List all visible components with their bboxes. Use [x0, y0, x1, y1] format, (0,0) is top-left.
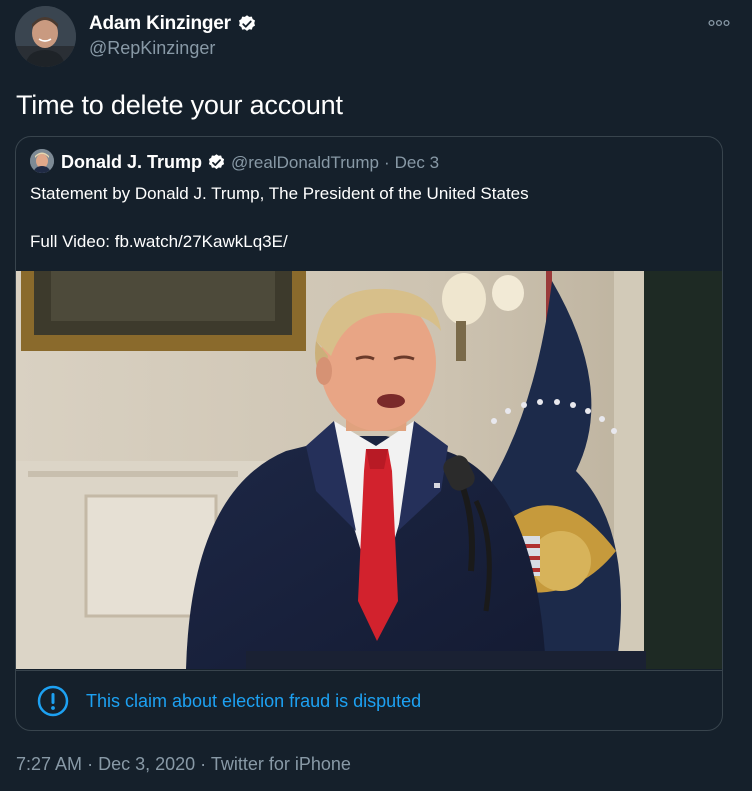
quoted-tweet-header: Donald J. Trump @realDonaldTrump · Dec 3	[61, 152, 439, 173]
tweet-detail: Adam Kinzinger @RepKinzinger Time to del…	[0, 0, 752, 791]
author-handle[interactable]: @RepKinzinger	[89, 38, 215, 59]
more-horizontal-icon	[708, 19, 730, 27]
disputed-claim-text[interactable]: This claim about election fraud is dispu…	[86, 691, 421, 712]
author-avatar-image	[15, 6, 76, 67]
quoted-tweet-text-line-1: Statement by Donald J. Trump, The Presid…	[30, 184, 529, 203]
exclamation-circle-icon	[37, 685, 69, 717]
verified-badge-icon	[238, 15, 255, 31]
meta-separator-1: ·	[87, 754, 94, 774]
quoted-author-avatar[interactable]	[30, 149, 54, 173]
author-name-row: Adam Kinzinger	[89, 13, 257, 35]
quoted-verified-badge-icon	[208, 154, 225, 170]
tweet-date[interactable]: Dec 3, 2020	[98, 754, 195, 774]
tweet-metadata: 7:27 AM · Dec 3, 2020 · Twitter for iPho…	[16, 754, 351, 775]
author-avatar[interactable]	[15, 6, 76, 67]
tweet-time[interactable]: 7:27 AM	[16, 754, 82, 774]
quoted-author-handle[interactable]: @realDonaldTrump	[231, 153, 379, 173]
quoted-separator: ·	[383, 152, 390, 172]
quoted-tweet-card[interactable]: Donald J. Trump @realDonaldTrump · Dec 3…	[15, 136, 723, 731]
quoted-tweet-date[interactable]: Dec 3	[395, 153, 439, 173]
quoted-author-avatar-image	[30, 149, 54, 173]
disputed-claim-notice[interactable]: This claim about election fraud is dispu…	[16, 670, 722, 730]
meta-separator-2: ·	[200, 754, 207, 774]
quoted-author-name[interactable]: Donald J. Trump	[61, 152, 202, 173]
more-options-button[interactable]	[706, 14, 732, 32]
video-thumbnail[interactable]	[16, 271, 722, 669]
quoted-tweet-text-line-2[interactable]: Full Video: fb.watch/27KawkLq3E/	[30, 232, 288, 252]
video-thumbnail-image	[16, 271, 722, 669]
tweet-text: Time to delete your account	[16, 90, 343, 120]
author-name[interactable]: Adam Kinzinger	[89, 13, 231, 35]
tweet-source[interactable]: Twitter for iPhone	[211, 754, 351, 774]
